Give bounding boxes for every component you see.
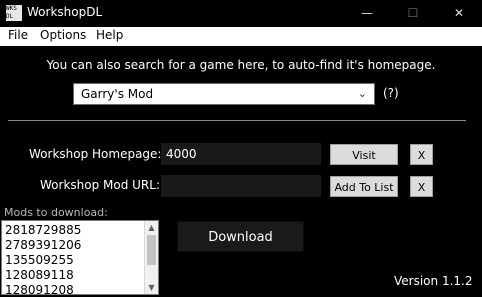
chevron-down-icon: ⌄ — [357, 87, 367, 100]
mod-url-input[interactable] — [161, 175, 321, 197]
divider — [8, 120, 466, 121]
game-select-value: Garry's Mod — [81, 87, 154, 101]
list-item[interactable]: 128089118 — [5, 268, 74, 283]
scroll-thumb[interactable] — [147, 235, 156, 265]
visit-button[interactable]: Visit — [330, 144, 398, 165]
mods-list[interactable]: 2818729885 2789391206 135509255 12808911… — [1, 220, 159, 295]
app-icon: WKS DL — [6, 5, 22, 21]
homepage-clear-button[interactable]: X — [410, 144, 433, 165]
mods-scrollbar[interactable]: ▲ ▼ — [144, 221, 158, 294]
mods-label: Mods to download: — [4, 206, 108, 219]
scroll-down-icon[interactable]: ▼ — [145, 281, 158, 294]
search-prompt: You can also search for a game here, to … — [46, 58, 436, 72]
app-window: WKS DL WorkshopDL — ☐ ✕ File Options Hel… — [0, 0, 482, 297]
minimize-button[interactable]: — — [344, 0, 390, 27]
scroll-up-icon[interactable]: ▲ — [145, 221, 158, 234]
close-button[interactable]: ✕ — [436, 0, 482, 27]
version-label: Version 1.1.2 — [394, 274, 473, 288]
list-item[interactable]: 135509255 — [5, 253, 74, 268]
download-button[interactable]: Download — [177, 221, 304, 252]
menu-file[interactable]: File — [8, 28, 28, 42]
title-bar[interactable]: WKS DL WorkshopDL — ☐ ✕ — [0, 0, 482, 27]
menu-help[interactable]: Help — [96, 28, 123, 42]
homepage-input[interactable] — [161, 143, 321, 165]
add-to-list-button[interactable]: Add To List — [330, 176, 398, 197]
homepage-label: Workshop Homepage: — [29, 147, 162, 161]
list-item[interactable]: 2818729885 — [5, 223, 81, 238]
menu-bar: File Options Help — [0, 27, 482, 46]
maximize-button[interactable]: ☐ — [390, 0, 436, 27]
mod-url-label: Workshop Mod URL: — [40, 178, 160, 192]
list-item[interactable]: 2789391206 — [5, 238, 81, 253]
menu-options[interactable]: Options — [40, 28, 86, 42]
help-button[interactable]: (?) — [383, 86, 399, 100]
game-select[interactable]: Garry's Mod ⌄ — [73, 83, 375, 105]
window-title: WorkshopDL — [27, 5, 103, 19]
list-item[interactable]: 128091208 — [5, 283, 74, 294]
mod-url-clear-button[interactable]: X — [410, 176, 433, 197]
